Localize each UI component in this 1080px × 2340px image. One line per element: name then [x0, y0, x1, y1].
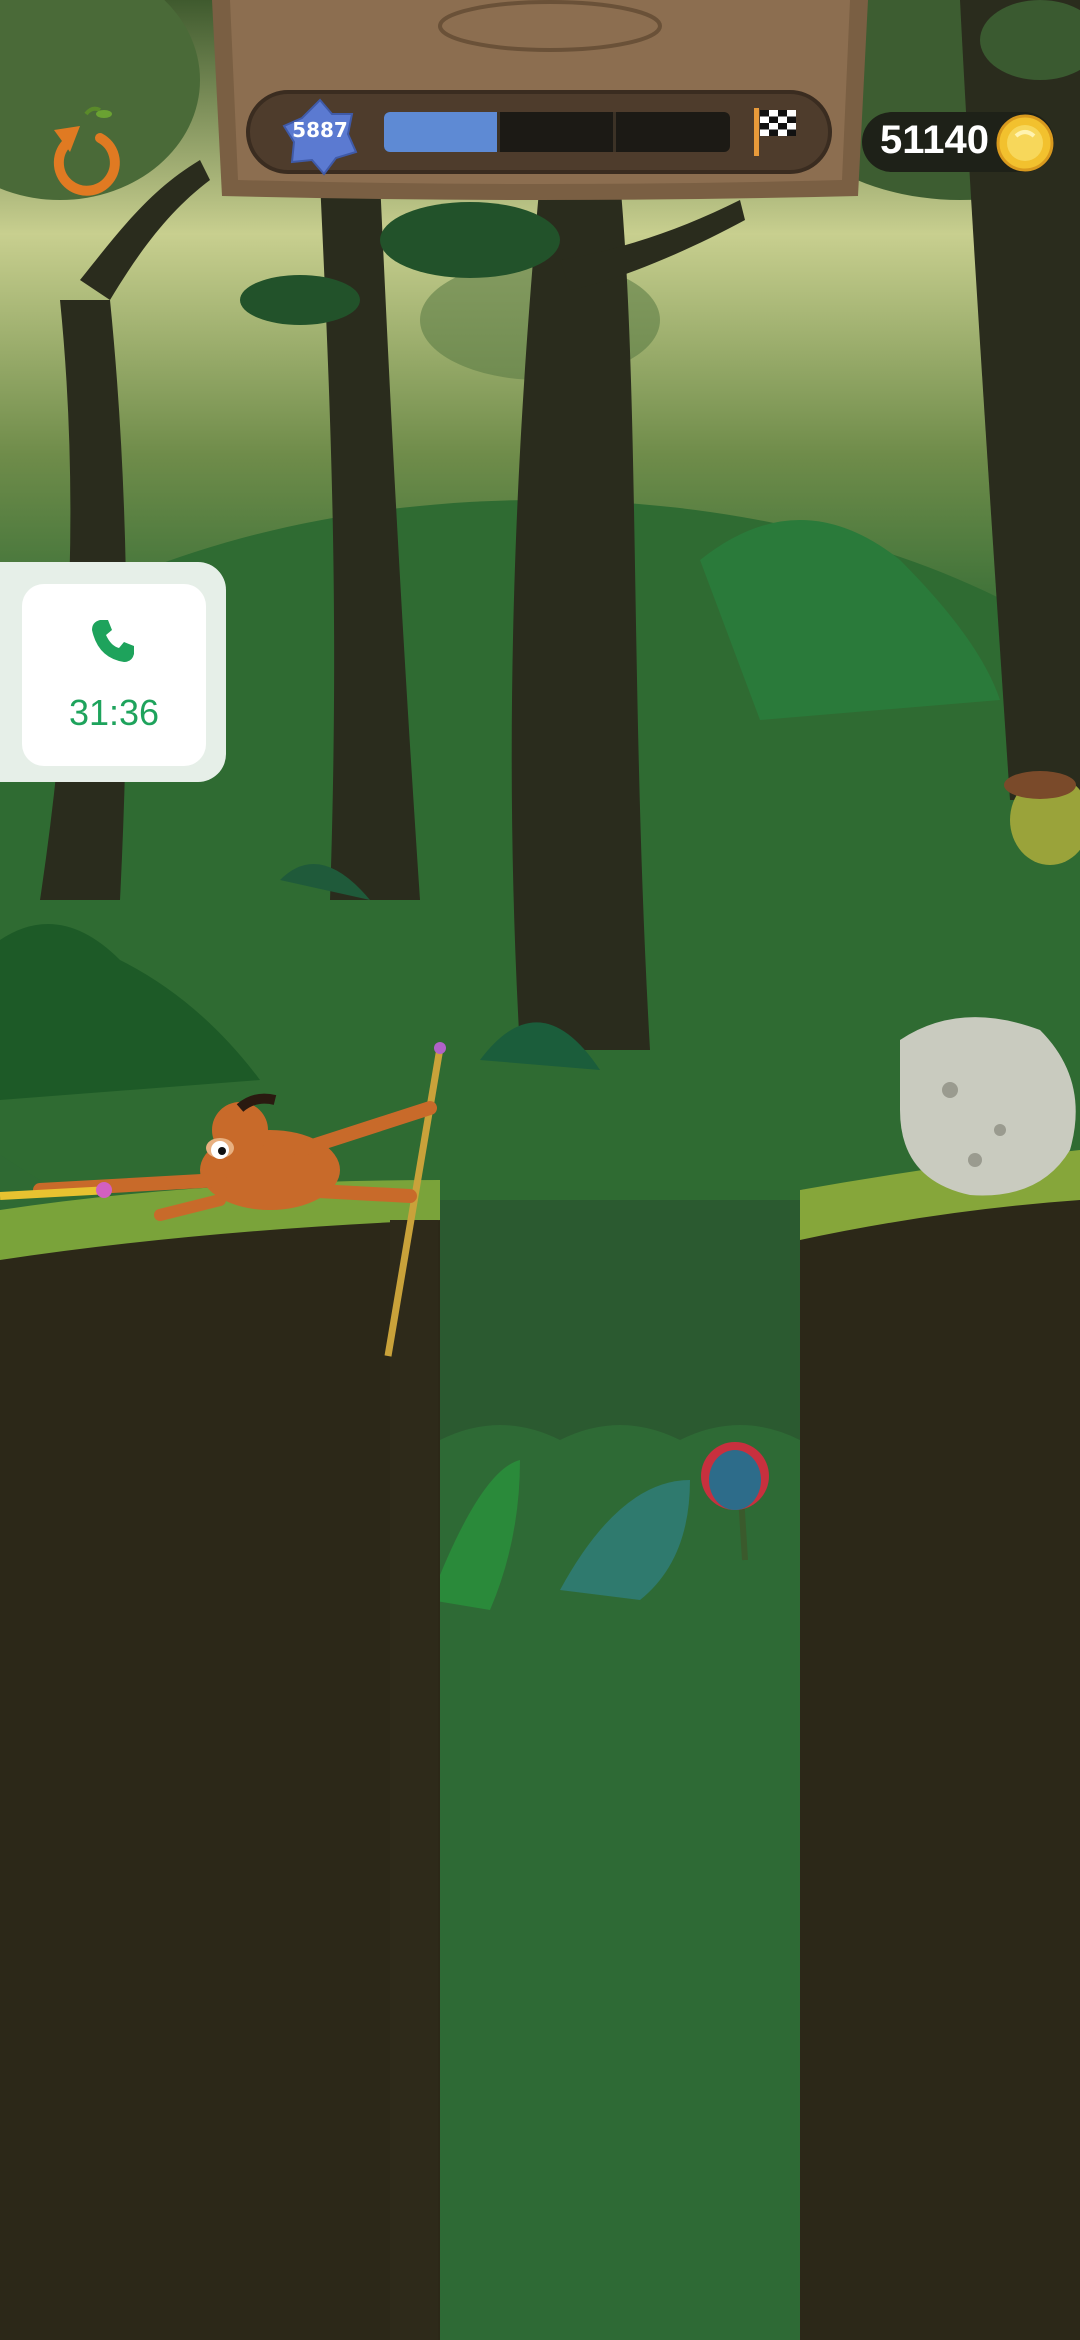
call-duration: 31:36: [68, 692, 160, 733]
boulder: [900, 1017, 1076, 1196]
restart-button[interactable]: [40, 104, 126, 200]
progress-segment: [616, 112, 730, 152]
restart-arrow-icon: [53, 106, 120, 196]
jungle-scene: [0, 0, 1080, 2340]
progress-segment: [384, 112, 500, 152]
phone-icon: [92, 620, 134, 662]
right-cliff: [800, 1150, 1080, 2340]
left-cliff: [0, 1180, 440, 2340]
level-progress-bar: [384, 112, 730, 152]
call-overlay-card[interactable]: [22, 584, 206, 766]
finish-flag-icon: [754, 108, 796, 156]
level-number: 5887: [292, 118, 348, 142]
progress-segment: [500, 112, 616, 152]
coin-count: 51140: [880, 118, 990, 162]
coin-icon: [996, 114, 1054, 172]
